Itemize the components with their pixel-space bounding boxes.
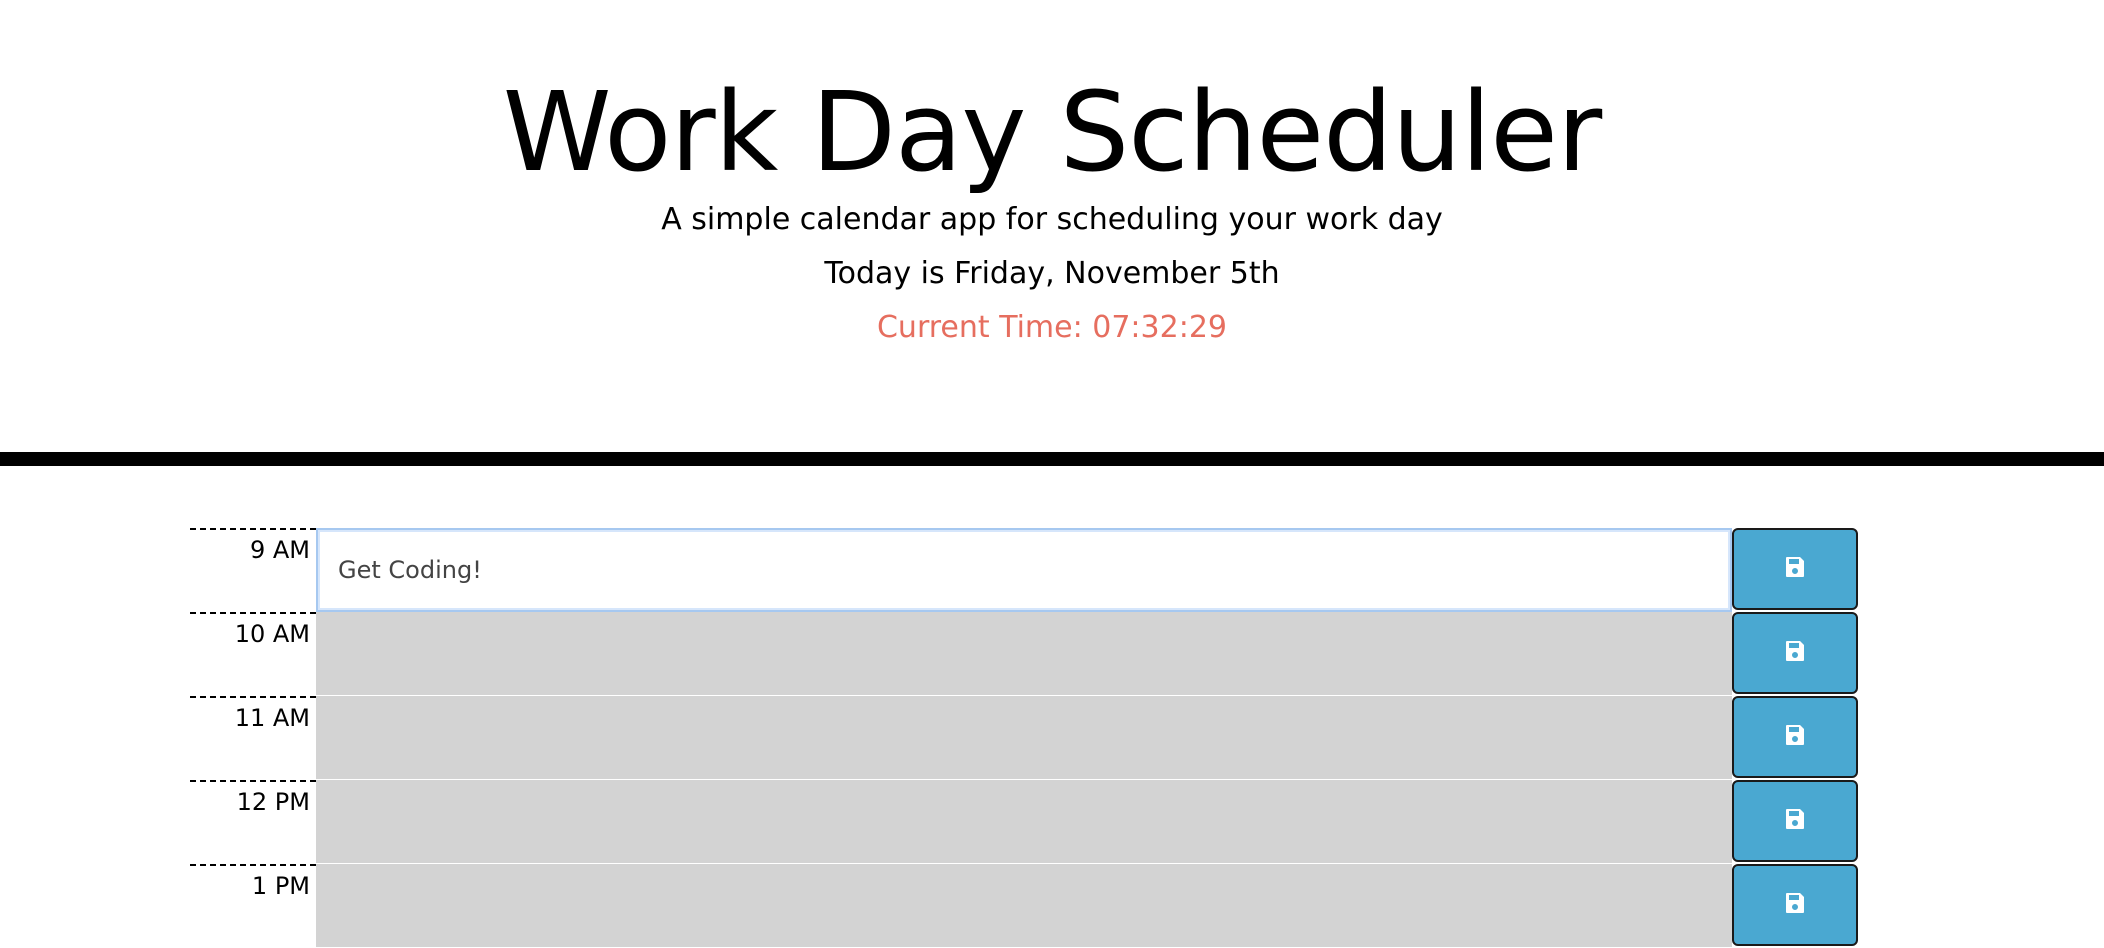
- save-button[interactable]: [1732, 864, 1858, 946]
- event-input[interactable]: [316, 780, 1732, 864]
- time-block-11am: 11 AM: [190, 696, 1858, 780]
- hour-label: 11 AM: [190, 696, 316, 780]
- save-button[interactable]: [1732, 528, 1858, 610]
- save-button[interactable]: [1732, 780, 1858, 862]
- floppy-disk-icon: [1783, 555, 1807, 583]
- event-input[interactable]: [316, 528, 1732, 612]
- hour-label: 9 AM: [190, 528, 316, 612]
- hour-label: 1 PM: [190, 864, 316, 948]
- time-block-12pm: 12 PM: [190, 780, 1858, 864]
- event-input[interactable]: [316, 864, 1732, 948]
- current-day: Today is Friday, November 5th: [824, 256, 1280, 291]
- floppy-disk-icon: [1783, 807, 1807, 835]
- page-title: Work Day Scheduler: [502, 68, 1602, 196]
- floppy-disk-icon: [1783, 891, 1807, 919]
- page-subtitle: A simple calendar app for scheduling you…: [661, 202, 1443, 237]
- time-blocks-container: 9 AM 10 AM 11 AM 12 PM: [190, 528, 1858, 948]
- time-block-9am: 9 AM: [190, 528, 1858, 612]
- floppy-disk-icon: [1783, 723, 1807, 751]
- floppy-disk-icon: [1783, 639, 1807, 667]
- save-button[interactable]: [1732, 696, 1858, 778]
- event-input[interactable]: [316, 612, 1732, 696]
- header: Work Day Scheduler A simple calendar app…: [0, 0, 2104, 466]
- event-input[interactable]: [316, 696, 1732, 780]
- hour-label: 12 PM: [190, 780, 316, 864]
- time-block-10am: 10 AM: [190, 612, 1858, 696]
- hour-label: 10 AM: [190, 612, 316, 696]
- time-block-1pm: 1 PM: [190, 864, 1858, 948]
- current-time: Current Time: 07:32:29: [876, 310, 1227, 345]
- save-button[interactable]: [1732, 612, 1858, 694]
